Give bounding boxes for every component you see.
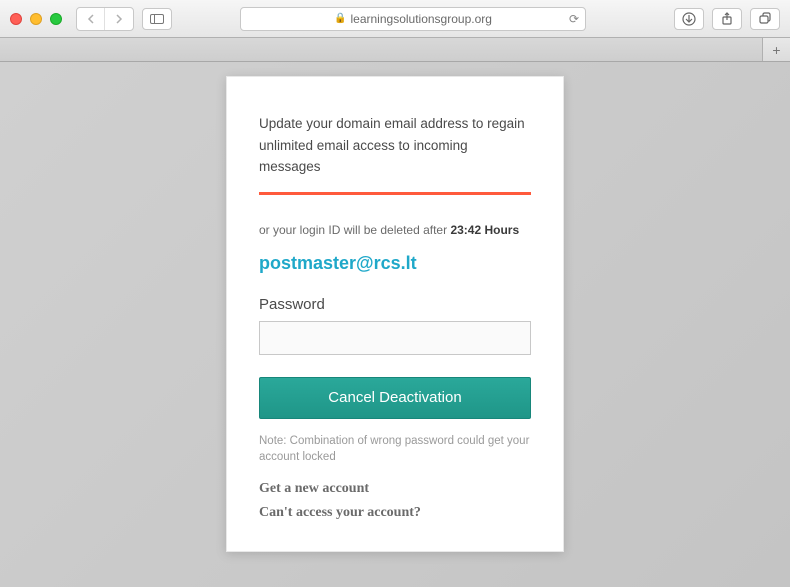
- password-label: Password: [259, 296, 531, 313]
- nav-buttons: [76, 7, 134, 31]
- downloads-button[interactable]: [674, 8, 704, 30]
- tabs-button[interactable]: [750, 8, 780, 30]
- email-display: postmaster@rcs.lt: [259, 253, 531, 274]
- deletion-warning: or your login ID will be deleted after 2…: [259, 223, 531, 237]
- countdown-hours: 23:42 Hours: [450, 223, 519, 237]
- page-content: Update your domain email address to rega…: [0, 62, 790, 587]
- password-input[interactable]: [259, 321, 531, 355]
- back-button[interactable]: [77, 8, 105, 30]
- lockout-note: Note: Combination of wrong password coul…: [259, 433, 531, 465]
- browser-toolbar: 🔒 learningsolutionsgroup.org ⟳: [0, 0, 790, 38]
- login-card: Update your domain email address to rega…: [226, 76, 564, 552]
- new-tab-button[interactable]: +: [762, 38, 790, 61]
- maximize-window-button[interactable]: [50, 13, 62, 25]
- window-controls: [10, 13, 62, 25]
- close-window-button[interactable]: [10, 13, 22, 25]
- share-button[interactable]: [712, 8, 742, 30]
- cant-access-account-link[interactable]: Can't access your account?: [259, 505, 531, 521]
- get-new-account-link[interactable]: Get a new account: [259, 481, 531, 497]
- forward-button[interactable]: [105, 8, 133, 30]
- card-heading: Update your domain email address to rega…: [259, 113, 531, 178]
- warning-prefix: or your login ID will be deleted after: [259, 223, 450, 237]
- cancel-deactivation-button[interactable]: Cancel Deactivation: [259, 377, 531, 419]
- minimize-window-button[interactable]: [30, 13, 42, 25]
- tab-bar: +: [0, 38, 790, 62]
- lock-icon: 🔒: [334, 13, 346, 24]
- address-bar[interactable]: 🔒 learningsolutionsgroup.org ⟳: [240, 7, 586, 31]
- sidebar-toggle-button[interactable]: [142, 8, 172, 30]
- url-text: learningsolutionsgroup.org: [351, 12, 492, 26]
- accent-divider: [259, 192, 531, 195]
- reload-icon[interactable]: ⟳: [569, 12, 579, 26]
- right-toolbar: [674, 8, 780, 30]
